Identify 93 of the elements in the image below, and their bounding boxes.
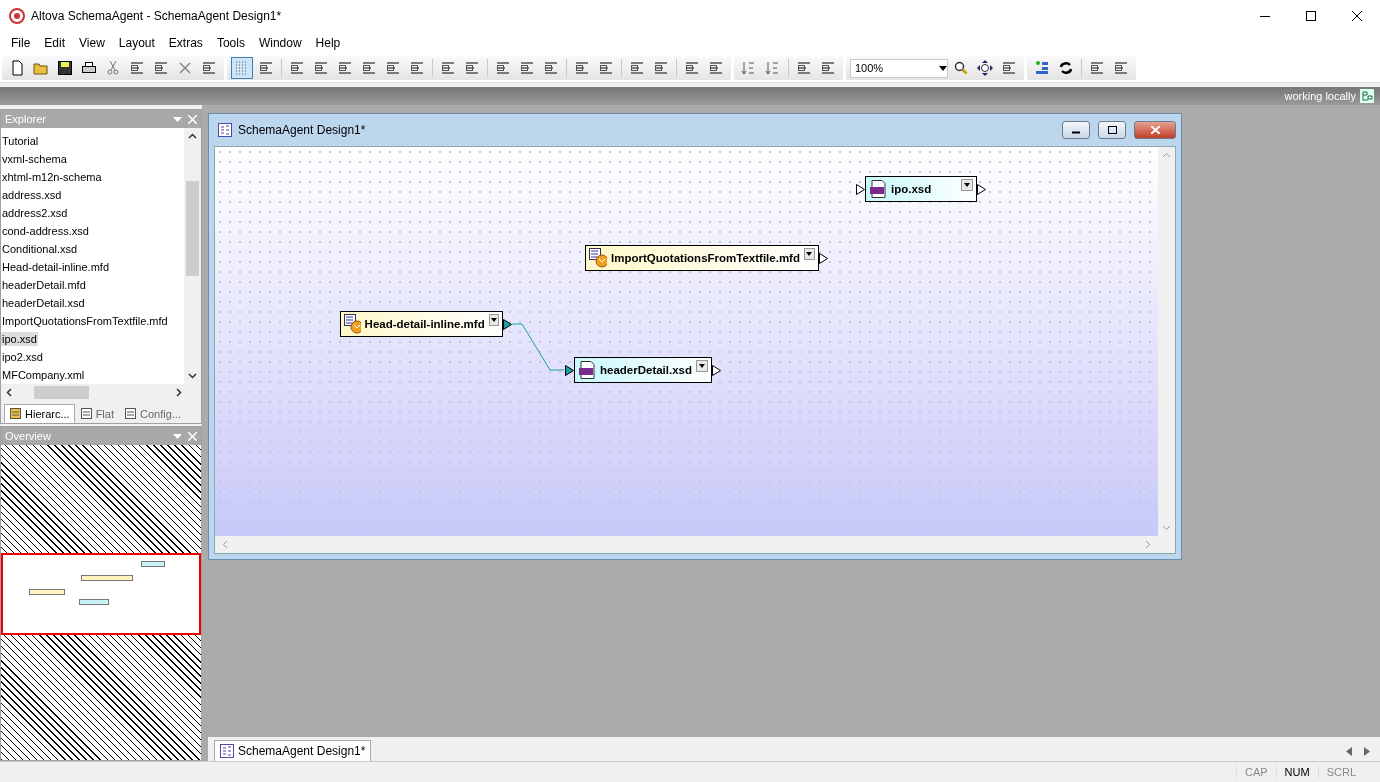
close-icon bbox=[1150, 126, 1160, 134]
zoom-fit-icon bbox=[977, 60, 993, 76]
close-button[interactable] bbox=[1134, 121, 1176, 139]
explorer-item[interactable]: ipo2.xsd bbox=[1, 350, 44, 364]
dropdown-arrow-icon bbox=[806, 252, 813, 256]
menu-item[interactable]: Tools bbox=[209, 34, 252, 52]
scroll-left-icon[interactable] bbox=[5, 388, 14, 397]
scroll-down-icon[interactable] bbox=[188, 371, 197, 380]
dropdown-arrow-icon bbox=[964, 183, 970, 187]
delete-icon bbox=[177, 60, 193, 76]
scroll-up-icon[interactable] bbox=[188, 132, 197, 141]
save-icon bbox=[57, 60, 73, 76]
explorer-item[interactable]: address.xsd bbox=[1, 188, 63, 202]
network-icon bbox=[1360, 89, 1374, 103]
explorer-item[interactable]: headerDetail.xsd bbox=[1, 296, 86, 310]
diagram-icon bbox=[220, 744, 234, 758]
app-logo-icon bbox=[9, 8, 25, 24]
explorer-item[interactable]: ipo.xsd bbox=[1, 332, 38, 346]
explorer-item[interactable]: Conditional.xsd bbox=[1, 242, 79, 256]
vertical-scrollbar[interactable] bbox=[184, 128, 201, 384]
tab-icon bbox=[123, 407, 137, 420]
mapping-node[interactable]: ImportQuotationsFromTextfile.mfd bbox=[585, 245, 819, 271]
tab-icon bbox=[9, 407, 22, 420]
node-menu-button[interactable] bbox=[696, 360, 708, 372]
node-label: headerDetail.xsd bbox=[599, 364, 692, 376]
design-canvas[interactable]: ipo.xsd ImportQuotationsFromTextfile.mfd Head-detail-inline.mfd headerDetail.xsd bbox=[215, 147, 1158, 536]
explorer-item[interactable]: xhtml-m12n-schema bbox=[1, 170, 103, 184]
node-label: ImportQuotationsFromTextfile.mfd bbox=[611, 252, 800, 264]
panel-tab[interactable]: Flat bbox=[74, 404, 119, 423]
schema-node[interactable]: headerDetail.xsd bbox=[574, 357, 712, 383]
menu-item[interactable]: File bbox=[4, 34, 38, 52]
restore-button[interactable] bbox=[1098, 121, 1126, 139]
tab-next-icon[interactable] bbox=[1363, 747, 1370, 756]
dropdown-arrow-icon bbox=[699, 364, 705, 368]
panel-tab[interactable]: Hierarc... bbox=[4, 404, 75, 423]
panel-title: Explorer bbox=[5, 113, 47, 125]
sort-descending-icon bbox=[765, 60, 781, 76]
refresh-icon bbox=[1058, 60, 1074, 76]
menu-item[interactable]: Extras bbox=[161, 34, 210, 52]
maximize-icon bbox=[1306, 11, 1316, 21]
zoom-combo[interactable]: 100% bbox=[850, 58, 948, 78]
scroll-right-icon[interactable] bbox=[174, 388, 183, 397]
document-tab[interactable]: SchemaAgent Design1* bbox=[214, 740, 372, 761]
viewport-frame[interactable] bbox=[1, 553, 201, 635]
xsd-file-icon bbox=[578, 361, 596, 379]
diagram-icon bbox=[218, 123, 232, 137]
panel-tab[interactable]: Config... bbox=[118, 404, 186, 423]
overview-map[interactable] bbox=[1, 445, 201, 760]
print-icon bbox=[81, 60, 97, 76]
explorer-item[interactable]: address2.xsd bbox=[1, 206, 69, 220]
new-file-icon bbox=[9, 60, 25, 76]
explorer-item[interactable]: Tutorial bbox=[1, 134, 40, 148]
window-title: Altova SchemaAgent - SchemaAgent Design1* bbox=[31, 9, 283, 23]
dropdown-arrow-icon bbox=[939, 65, 947, 71]
restore-icon bbox=[1107, 126, 1117, 134]
cut-icon bbox=[105, 60, 121, 76]
explorer-item[interactable]: ImportQuotationsFromTextfile.mfd bbox=[1, 314, 169, 328]
connector-line bbox=[511, 323, 565, 371]
menu-item[interactable]: Layout bbox=[111, 34, 162, 52]
sort-ascending-icon bbox=[741, 60, 757, 76]
menu-item[interactable]: Help bbox=[308, 34, 348, 52]
explorer-item[interactable]: MFCompany.xml bbox=[1, 368, 86, 382]
node-label: ipo.xsd bbox=[891, 183, 933, 195]
status-indicator: SCRL bbox=[1317, 766, 1364, 778]
menu-item[interactable]: Window bbox=[251, 34, 309, 52]
explorer-item[interactable]: headerDetail.mfd bbox=[1, 278, 87, 292]
menu-item[interactable]: View bbox=[72, 34, 112, 52]
node-label: Head-detail-inline.mfd bbox=[364, 318, 485, 330]
mapping-node[interactable]: Head-detail-inline.mfd bbox=[340, 311, 503, 337]
network-icon bbox=[1034, 60, 1050, 76]
open-folder-icon bbox=[33, 60, 49, 76]
menu-item[interactable]: Edit bbox=[37, 34, 73, 52]
schema-node[interactable]: ipo.xsd bbox=[865, 176, 977, 202]
explorer-item[interactable]: Head-detail-inline.mfd bbox=[1, 260, 110, 274]
mapping-file-icon bbox=[589, 248, 608, 268]
dropdown-arrow-icon bbox=[490, 318, 497, 322]
search-icon bbox=[953, 60, 969, 76]
node-menu-button[interactable] bbox=[803, 248, 815, 260]
xsd-file-icon bbox=[869, 180, 887, 198]
node-menu-button[interactable] bbox=[961, 179, 973, 191]
node-menu-button[interactable] bbox=[488, 314, 499, 326]
mapping-file-icon bbox=[344, 314, 361, 334]
document-title: SchemaAgent Design1* bbox=[238, 123, 367, 137]
tab-icon bbox=[79, 407, 93, 420]
status-indicator: NUM bbox=[1275, 766, 1318, 778]
explorer-item[interactable]: cond-address.xsd bbox=[1, 224, 90, 238]
status-indicator: CAP bbox=[1235, 766, 1276, 778]
explorer-item[interactable]: vxml-schema bbox=[1, 152, 68, 166]
close-icon bbox=[1352, 11, 1362, 21]
panel-title: Overview bbox=[5, 430, 52, 442]
connection-status: working locally bbox=[1284, 90, 1356, 102]
minimize-button[interactable] bbox=[1062, 121, 1090, 139]
tab-prev-icon[interactable] bbox=[1346, 747, 1353, 756]
